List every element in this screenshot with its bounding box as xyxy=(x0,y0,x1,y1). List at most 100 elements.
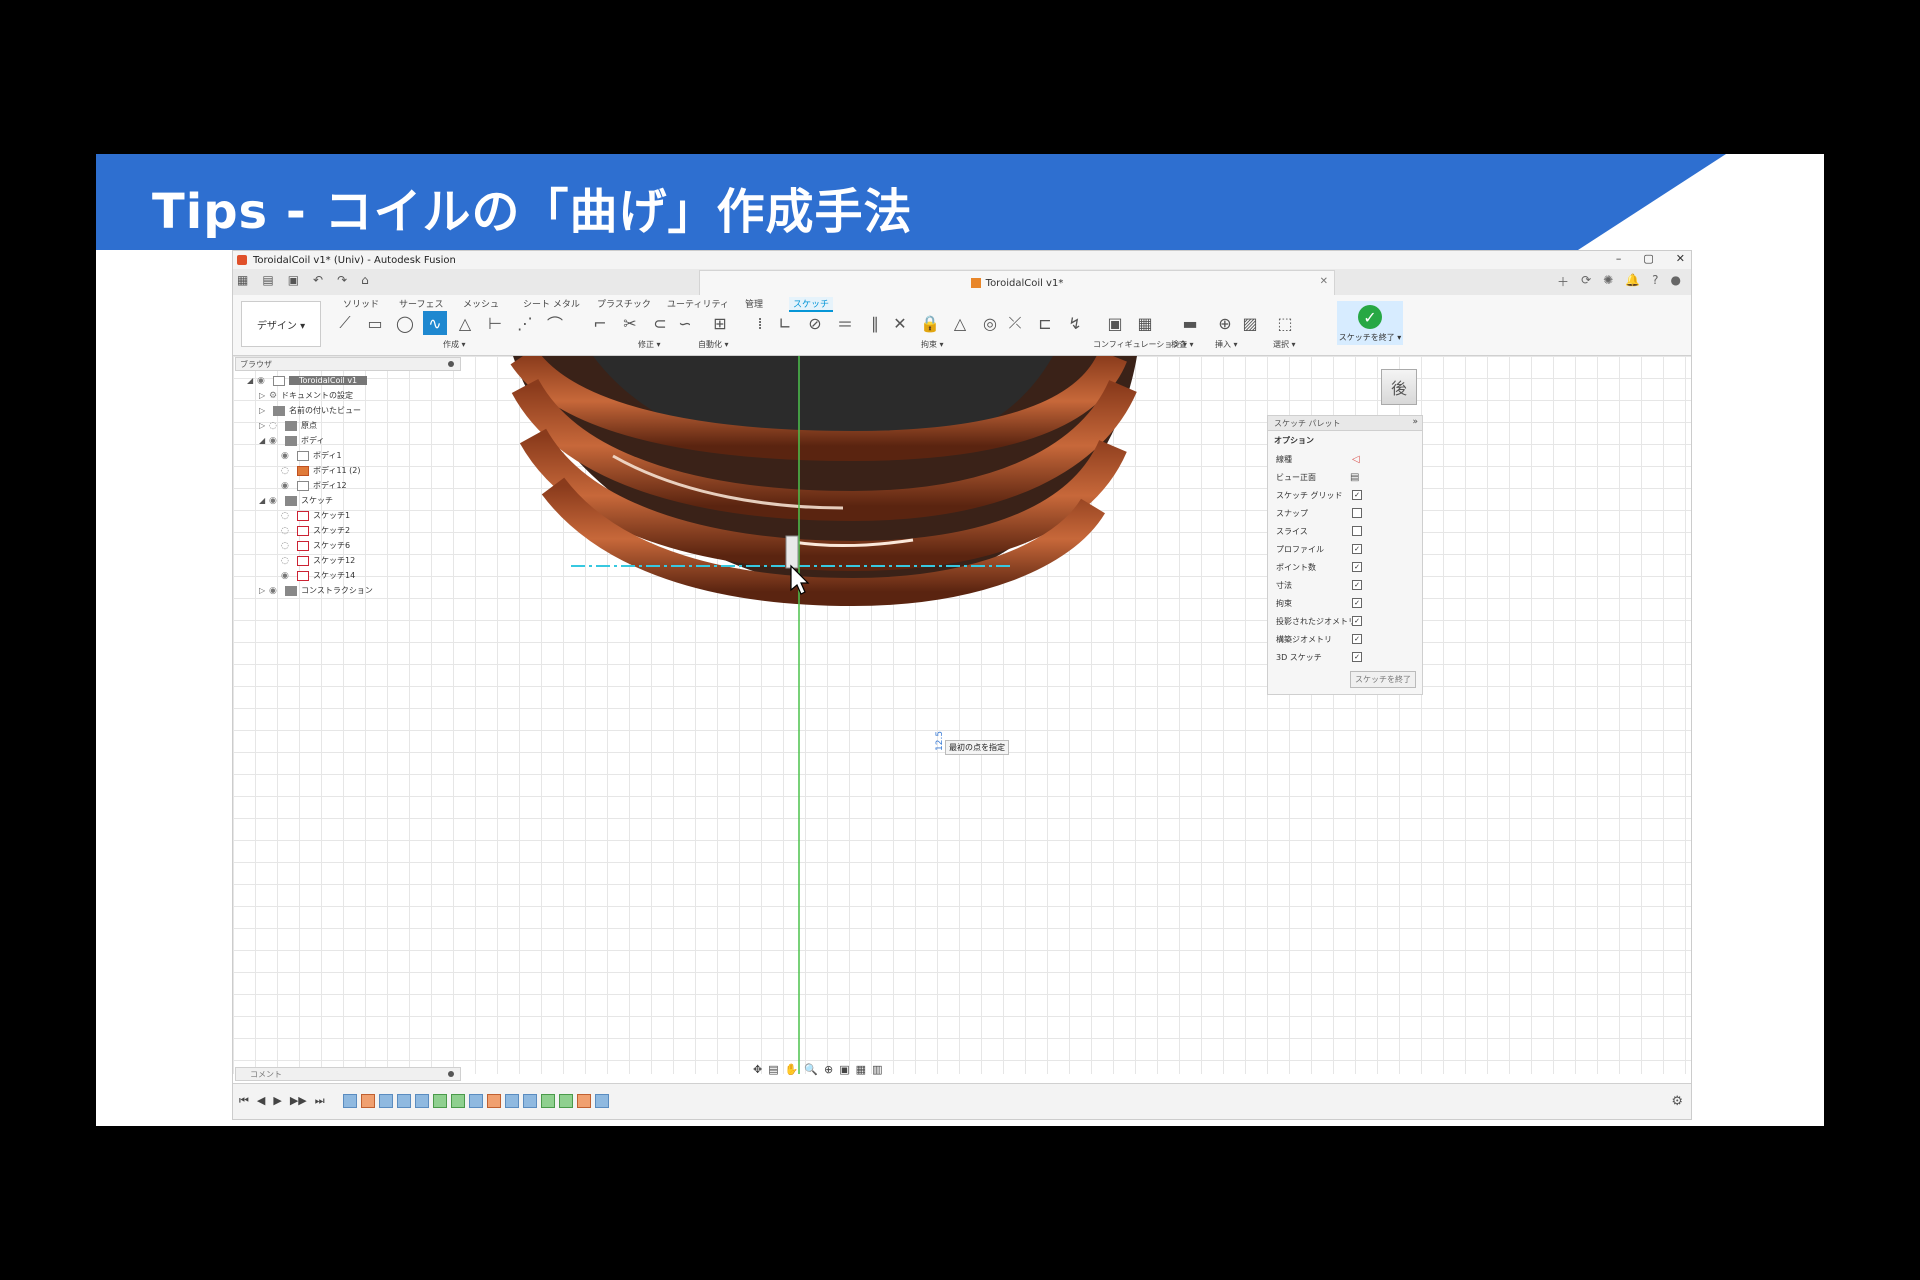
look-at-icon[interactable]: ▤ xyxy=(768,1063,778,1079)
go-to-end-button[interactable]: ⏭ xyxy=(315,1094,325,1108)
timeline-feature[interactable] xyxy=(523,1094,537,1108)
checkbox[interactable]: ✓ xyxy=(1352,616,1362,626)
checkbox[interactable]: ✓ xyxy=(1352,562,1362,572)
image-icon[interactable]: ▨ xyxy=(1238,311,1262,335)
collapse-icon[interactable]: ◢ xyxy=(259,436,269,445)
tab-manage[interactable]: 管理 xyxy=(745,297,763,310)
timeline-feature[interactable] xyxy=(361,1094,375,1108)
timeline-feature[interactable] xyxy=(595,1094,609,1108)
group-select[interactable]: 選択 ▾ xyxy=(1273,339,1296,350)
collinear-tool-icon[interactable]: ⤫ xyxy=(1003,311,1027,335)
timeline-feature[interactable] xyxy=(379,1094,393,1108)
fix-lock-icon[interactable]: 🔒 xyxy=(918,311,942,335)
select-icon[interactable]: ⬚ xyxy=(1273,311,1297,335)
eye-icon[interactable]: ◌ xyxy=(281,526,293,536)
group-automate[interactable]: 自動化 ▾ xyxy=(698,339,729,350)
checkbox[interactable] xyxy=(1352,526,1362,536)
fillet-tool-icon[interactable]: ⌐ xyxy=(588,311,612,335)
midpoint-tool-icon[interactable]: ✕ xyxy=(888,311,912,335)
tree-item-sketch14[interactable]: ◉ スケッチ14 xyxy=(281,568,355,583)
gear-icon[interactable]: ⚙ xyxy=(1671,1094,1683,1109)
table-icon[interactable]: ▦ xyxy=(1133,311,1157,335)
workspace-switcher[interactable]: デザイン ▾ xyxy=(241,301,321,347)
timeline-feature[interactable] xyxy=(397,1094,411,1108)
timeline-feature[interactable] xyxy=(541,1094,555,1108)
line-tool-icon[interactable]: ⟋ xyxy=(333,311,357,335)
notifications-icon[interactable]: 🔔 xyxy=(1625,273,1640,290)
maximize-button[interactable]: ▢ xyxy=(1643,252,1653,265)
timeline-feature[interactable] xyxy=(577,1094,591,1108)
expand-icon[interactable]: ▷ xyxy=(259,391,269,400)
collapse-icon[interactable]: ◢ xyxy=(259,496,269,505)
checkbox[interactable]: ✓ xyxy=(1352,652,1362,662)
group-inspect[interactable]: 検査 ▾ xyxy=(1171,339,1194,350)
expand-icon[interactable]: ▷ xyxy=(259,421,269,430)
perpendicular-tool-icon[interactable]: ∟ xyxy=(773,311,797,335)
tab-solid[interactable]: ソリッド xyxy=(343,297,379,310)
undo-icon[interactable]: ↶ xyxy=(313,273,323,287)
step-back-button[interactable]: ◀ xyxy=(257,1094,265,1108)
timeline-feature[interactable] xyxy=(343,1094,357,1108)
tab-plastic[interactable]: プラスチック xyxy=(597,297,651,310)
insert-icon[interactable]: ⊕ xyxy=(1213,311,1237,335)
curve-tool-icon[interactable]: ∽ xyxy=(673,311,697,335)
expand-icon[interactable]: » xyxy=(1412,417,1418,427)
polygon-tool-icon[interactable]: △ xyxy=(453,311,477,335)
tree-item-body1[interactable]: ◉ ボディ1 xyxy=(281,448,342,463)
eye-icon[interactable]: ◌ xyxy=(269,421,281,431)
look-at-icon[interactable]: ▤ xyxy=(1350,472,1359,483)
symmetry-tool-icon[interactable]: ⊏ xyxy=(1033,311,1057,335)
display-settings-icon[interactable]: ▣ xyxy=(839,1063,849,1079)
construction-line-icon[interactable]: ◁ xyxy=(1352,454,1360,465)
tree-item-body12[interactable]: ◉ ボディ12 xyxy=(281,478,347,493)
save-icon[interactable]: ▣ xyxy=(288,273,299,287)
collapse-icon[interactable]: ◢ xyxy=(247,376,257,385)
eye-icon[interactable]: ◉ xyxy=(269,436,281,446)
tab-surface[interactable]: サーフェス xyxy=(399,297,443,310)
go-to-start-button[interactable]: ⏮ xyxy=(239,1094,249,1108)
file-icon[interactable]: ▤ xyxy=(262,273,273,287)
minimize-button[interactable]: – xyxy=(1616,252,1622,265)
expand-icon[interactable]: ▷ xyxy=(259,586,269,595)
orbit-icon[interactable]: ✥ xyxy=(753,1063,762,1079)
offset-tool-icon[interactable]: ⊂ xyxy=(648,311,672,335)
viewports-icon[interactable]: ▥ xyxy=(872,1063,882,1079)
parallel-tool-icon[interactable]: ∥ xyxy=(863,311,887,335)
eye-icon[interactable]: ◌ xyxy=(281,541,293,551)
fit-point-tool-icon[interactable]: ⋰ xyxy=(513,311,537,335)
document-tab[interactable]: ToroidalCoil v1* ✕ xyxy=(699,270,1335,295)
zoom-icon[interactable]: 🔍 xyxy=(804,1063,818,1079)
spline-tool-icon[interactable]: ∿ xyxy=(423,311,447,335)
timeline-feature[interactable] xyxy=(451,1094,465,1108)
concentric-tool-icon[interactable]: ◎ xyxy=(978,311,1002,335)
tree-item-bodies[interactable]: ◢ ◉ ボディ xyxy=(259,433,324,448)
automate-tool-icon[interactable]: ⊞ xyxy=(708,311,732,335)
grid-menu-icon[interactable]: ▦ xyxy=(237,273,248,287)
timeline-feature[interactable] xyxy=(505,1094,519,1108)
group-insert[interactable]: 挿入 ▾ xyxy=(1215,339,1238,350)
checkbox[interactable]: ✓ xyxy=(1352,580,1362,590)
checkbox[interactable]: ✓ xyxy=(1352,634,1362,644)
coincident-tool-icon[interactable]: ⁞ xyxy=(748,311,772,335)
tree-item-sketch1[interactable]: ◌ スケッチ1 xyxy=(281,508,350,523)
group-constraints[interactable]: 拘束 ▾ xyxy=(921,339,944,350)
group-create[interactable]: 作成 ▾ xyxy=(443,339,466,350)
refresh-icon[interactable]: ⟳ xyxy=(1581,273,1591,290)
eye-icon[interactable]: ◉ xyxy=(281,481,293,491)
finish-sketch-button[interactable]: ✓ スケッチを終了 ▾ xyxy=(1337,301,1403,345)
tree-item-sketches[interactable]: ◢ ◉ スケッチ xyxy=(259,493,333,508)
timeline-feature[interactable] xyxy=(469,1094,483,1108)
eye-icon[interactable]: ◌ xyxy=(281,511,293,521)
eye-icon[interactable]: ◌ xyxy=(281,466,293,476)
checkbox[interactable] xyxy=(1352,508,1362,518)
timeline-feature[interactable] xyxy=(559,1094,573,1108)
tree-root[interactable]: ◢ ◉ ToroidalCoil v1 xyxy=(247,373,368,388)
tree-item-sketch6[interactable]: ◌ スケッチ6 xyxy=(281,538,350,553)
fit-icon[interactable]: ⊕ xyxy=(824,1063,833,1079)
pan-icon[interactable]: ✋ xyxy=(785,1063,799,1079)
tab-mesh[interactable]: メッシュ xyxy=(463,297,499,310)
tree-item-named-views[interactable]: ▷ 名前の付いたビュー xyxy=(259,403,361,418)
tab-sheet-metal[interactable]: シート メタル xyxy=(523,297,580,310)
tab-sketch[interactable]: スケッチ xyxy=(789,297,834,312)
equal-tool-icon[interactable]: ＝ xyxy=(833,311,857,335)
